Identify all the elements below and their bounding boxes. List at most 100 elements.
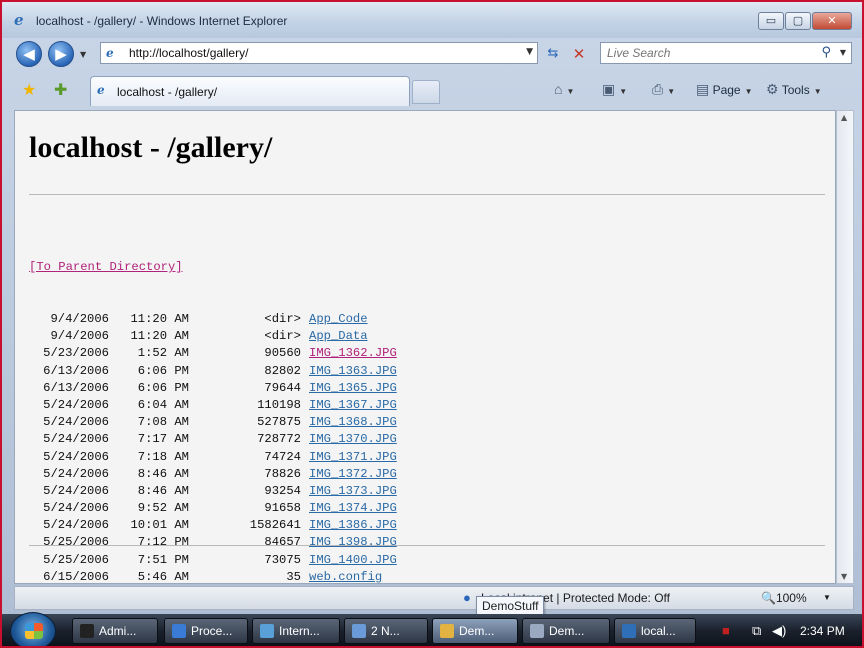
- maximize-button[interactable]: ▢: [785, 12, 811, 30]
- entry-link[interactable]: IMG_1367.JPG: [309, 398, 397, 412]
- clock[interactable]: 2:34 PM: [800, 624, 845, 638]
- address-dropdown-icon[interactable]: ▼: [526, 47, 533, 57]
- close-button[interactable]: ✕: [812, 12, 852, 30]
- network-icon[interactable]: ⧉: [752, 623, 761, 639]
- taskbar-item[interactable]: Dem...: [522, 618, 610, 644]
- listing-row: 5/24/2006 7:18 AM 74724 IMG_1371.JPG: [29, 449, 397, 466]
- entry-link[interactable]: IMG_1362.JPG: [309, 346, 397, 360]
- entry-size: 110198: [257, 397, 301, 412]
- taskbar-item[interactable]: 2 N...: [344, 618, 428, 644]
- process-explorer-icon: [172, 624, 186, 638]
- entry-link[interactable]: IMG_1398.JPG: [309, 535, 397, 549]
- address-input[interactable]: [127, 44, 517, 62]
- page-menu[interactable]: ▤ Page ▼: [696, 81, 753, 98]
- feeds-button[interactable]: ▣ ▼: [602, 81, 627, 98]
- entry-time: 7:18 AM: [137, 449, 189, 464]
- home-button[interactable]: ⌂ ▼: [554, 81, 574, 97]
- taskbar-item[interactable]: local...: [614, 618, 696, 644]
- entry-date: 5/24/2006: [43, 449, 109, 464]
- entry-date: 9/4/2006: [50, 312, 109, 326]
- entry-link[interactable]: web.config: [309, 570, 382, 583]
- taskbar-item[interactable]: Intern...: [252, 618, 340, 644]
- tab-localhost-gallery[interactable]: e localhost - /gallery/: [90, 76, 410, 106]
- entry-link[interactable]: IMG_1365.JPG: [309, 381, 397, 395]
- entry-time: 6:06 PM: [137, 363, 189, 378]
- search-icon[interactable]: ⚲: [821, 45, 831, 60]
- stop-button[interactable]: ✕: [568, 44, 590, 64]
- minimize-button[interactable]: ▭: [758, 12, 784, 30]
- address-bar[interactable]: e ▼: [100, 42, 538, 64]
- taskbar-item[interactable]: Dem...: [432, 618, 518, 644]
- start-button[interactable]: [10, 612, 56, 646]
- scroll-down-icon[interactable]: ▼: [841, 572, 847, 581]
- chevron-down-icon: ▼: [566, 87, 575, 96]
- forward-button[interactable]: ▶: [48, 41, 74, 67]
- print-icon: ⎙: [652, 81, 664, 97]
- listing-row: 5/24/2006 7:08 AM 527875 IMG_1368.JPG: [29, 414, 397, 431]
- entry-link[interactable]: IMG_1373.JPG: [309, 484, 397, 498]
- search-input[interactable]: [605, 44, 815, 62]
- entry-name-cell: IMG_1362.JPG: [309, 345, 397, 362]
- entry-size: 728772: [257, 432, 301, 447]
- entry-size: 91658: [264, 501, 301, 516]
- volume-icon[interactable]: ◀): [772, 623, 786, 639]
- zoom-level[interactable]: 🔍100%: [761, 591, 807, 605]
- entry-date: 5/23/2006: [43, 346, 109, 361]
- entry-link[interactable]: App_Code: [309, 312, 368, 326]
- print-button[interactable]: ⎙ ▼: [652, 81, 675, 98]
- entry-date: 5/24/2006: [43, 518, 109, 533]
- recent-pages-dropdown[interactable]: ▼: [80, 50, 86, 59]
- search-options-dropdown[interactable]: ▼: [840, 48, 846, 57]
- page-icon: e: [97, 83, 105, 97]
- entry-link[interactable]: IMG_1368.JPG: [309, 415, 397, 429]
- taskbar-item-label: Proce...: [191, 624, 233, 638]
- entry-time: 7:17 AM: [137, 432, 189, 447]
- new-tab-button[interactable]: [412, 80, 440, 104]
- entry-name-cell: IMG_1370.JPG: [309, 431, 397, 448]
- entry-name-cell: App_Data: [309, 328, 368, 345]
- entry-link[interactable]: IMG_1386.JPG: [309, 518, 397, 532]
- listing-row: 6/13/2006 6:06 PM 82802 IMG_1363.JPG: [29, 363, 397, 380]
- entry-name-cell: IMG_1398.JPG: [309, 534, 397, 551]
- tab-bar: ★ ✚ e localhost - /gallery/ ⌂ ▼ ▣ ▼ ⎙ ▼ ▤ P…: [2, 72, 862, 108]
- back-button[interactable]: ◀: [16, 41, 42, 67]
- entry-size: 84657: [264, 535, 301, 550]
- search-box[interactable]: ⚲ ▼: [600, 42, 852, 64]
- zoom-dropdown-icon[interactable]: ▼: [823, 593, 831, 602]
- refresh-button[interactable]: ⇆: [542, 44, 564, 64]
- home-icon: ⌂: [554, 81, 563, 97]
- taskbar-item[interactable]: Admi...: [72, 618, 158, 644]
- red-app-icon[interactable]: ■: [722, 623, 730, 638]
- favorites-star-icon[interactable]: ★: [22, 80, 36, 99]
- entry-name-cell: IMG_1372.JPG: [309, 466, 397, 483]
- taskbar-item-label: Intern...: [279, 624, 320, 638]
- parent-directory-link[interactable]: [To Parent Directory]: [29, 260, 183, 274]
- rss-feed-icon: ▣: [602, 81, 616, 97]
- entry-size: 90560: [264, 346, 301, 361]
- gear-icon: ⚙: [766, 81, 779, 97]
- chevron-down-icon: ▼: [744, 87, 753, 96]
- entry-link[interactable]: App_Data: [309, 329, 368, 343]
- tools-menu[interactable]: ⚙ Tools ▼: [766, 81, 822, 98]
- vertical-scrollbar[interactable]: ▲ ▼: [836, 110, 854, 584]
- entry-date: 5/25/2006: [43, 535, 109, 550]
- entry-date: 6/13/2006: [43, 363, 109, 378]
- add-favorites-icon[interactable]: ✚: [54, 80, 67, 99]
- listing-row: 6/13/2006 6:06 PM 79644 IMG_1365.JPG: [29, 380, 397, 397]
- entry-date: 5/24/2006: [43, 501, 109, 516]
- entry-size: 73075: [264, 552, 301, 567]
- folder-icon: [440, 624, 454, 638]
- entry-link[interactable]: IMG_1372.JPG: [309, 467, 397, 481]
- entry-link[interactable]: IMG_1400.JPG: [309, 553, 397, 567]
- entry-link[interactable]: IMG_1363.JPG: [309, 364, 397, 378]
- entry-name-cell: IMG_1365.JPG: [309, 380, 397, 397]
- entry-link[interactable]: IMG_1374.JPG: [309, 501, 397, 515]
- entry-size: <dir>: [264, 329, 301, 344]
- page-icon: e: [106, 46, 114, 60]
- taskbar-item[interactable]: Proce...: [164, 618, 248, 644]
- taskbar-item-label: local...: [641, 624, 676, 638]
- entry-link[interactable]: IMG_1370.JPG: [309, 432, 397, 446]
- scroll-up-icon[interactable]: ▲: [841, 113, 847, 122]
- iis-manager-icon: [260, 624, 274, 638]
- entry-link[interactable]: IMG_1371.JPG: [309, 450, 397, 464]
